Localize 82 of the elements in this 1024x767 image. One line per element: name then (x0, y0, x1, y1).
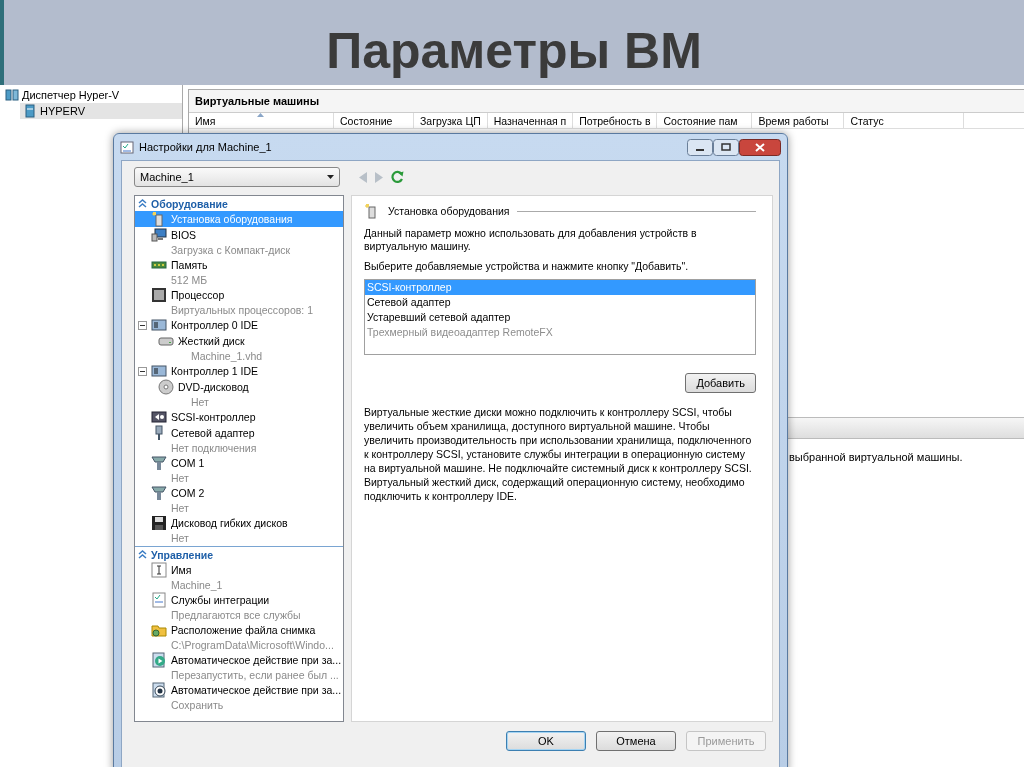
section-header[interactable]: Управление (135, 546, 343, 562)
close-button[interactable] (739, 138, 781, 156)
monitor-icon (151, 227, 167, 243)
record-icon (151, 682, 167, 698)
section-header[interactable]: Оборудование (135, 196, 343, 211)
tree-item[interactable]: DVD-дисковод (135, 379, 343, 395)
column-header[interactable]: Загрузка ЦП (414, 113, 488, 128)
instruction-text: Выберите добавляемые устройства и нажмите кнопку "Добавить". (364, 260, 690, 273)
tree-item[interactable]: COM 2 (135, 485, 343, 501)
details-text: выбранной виртуальной машины. (789, 451, 963, 463)
controller-icon (151, 363, 167, 379)
controller-icon (151, 317, 167, 333)
cancel-button[interactable]: Отмена (596, 731, 676, 751)
column-header[interactable]: Состояние пам (657, 113, 753, 128)
dropdown-arrow-icon (327, 175, 334, 179)
item-detail: Виртуальных процессоров: 1 (170, 303, 314, 317)
collapse-chevron-icon (138, 199, 147, 208)
minimize-button[interactable] (687, 138, 713, 156)
tree-item[interactable]: Память (135, 257, 343, 273)
refresh-icon[interactable] (390, 170, 404, 184)
item-detail: Нет (170, 531, 190, 545)
column-header[interactable]: Назначенная п (487, 113, 574, 128)
group-title: Установка оборудования (388, 205, 510, 217)
slide-title: Параметры ВМ (325, 22, 703, 80)
item-detail: Нет (170, 501, 190, 515)
tree-item[interactable]: Жесткий диск (135, 333, 343, 349)
item-detail: Загрузка с Компакт-диск (170, 243, 292, 257)
item-detail: Сохранить (170, 698, 225, 712)
port-icon (151, 485, 167, 501)
item-detail: Перезапустить, если ранее был ... (170, 668, 340, 682)
tree-item[interactable]: Процессор (135, 287, 343, 303)
servers-icon (5, 88, 19, 102)
item-detail: 512 МБ (170, 273, 209, 287)
item-detail: Machine_1.vhd (190, 349, 264, 363)
tree-item[interactable]: BIOS (135, 227, 343, 243)
maximize-button[interactable] (713, 138, 739, 156)
tree-item[interactable]: Службы интеграции (135, 592, 343, 608)
disc-icon (158, 379, 174, 395)
collapse-box-icon[interactable] (138, 320, 147, 330)
processor-icon (151, 287, 167, 303)
controller-icon (151, 409, 167, 425)
item-detail: Нет подключения (170, 441, 258, 455)
collapse-chevron-icon (138, 550, 147, 559)
tree-item[interactable]: Дисковод гибких дисков (135, 515, 343, 531)
item-detail: Machine_1 (170, 578, 224, 592)
server-icon (23, 104, 37, 118)
item-detail: Предлагаются все службы (170, 608, 302, 622)
tree-item[interactable]: Автоматическое действие при за... (135, 652, 343, 668)
collapse-box-icon[interactable] (138, 366, 147, 376)
list-option[interactable]: Устаревший сетевой адаптер (365, 310, 755, 325)
tree-item[interactable]: HYPERV (20, 103, 182, 119)
settings-window-icon (120, 140, 134, 154)
column-header[interactable]: Потребность в (573, 113, 658, 128)
column-header[interactable]: Статус (844, 113, 965, 128)
item-detail: Нет (170, 471, 190, 485)
checklist-icon (151, 592, 167, 608)
column-header[interactable]: Имя (189, 113, 334, 128)
description-text: Данный параметр можно использовать для добавления устройств в виртуальную машину. (364, 227, 698, 253)
add-button[interactable]: Добавить (685, 373, 756, 393)
tree-item[interactable]: Диспетчер Hyper-V (2, 87, 182, 103)
tree-item[interactable]: Сетевой адаптер (135, 425, 343, 441)
column-header[interactable]: Время работы (752, 113, 845, 128)
window-title: Настройки для Machine_1 (139, 141, 273, 153)
tree-item[interactable]: Имя (135, 562, 343, 578)
panel-title: Виртуальные машины (189, 90, 1024, 113)
text-field-icon (151, 562, 167, 578)
tree-item[interactable]: Автоматическое действие при за... (135, 682, 343, 698)
tree-item[interactable]: COM 1 (135, 455, 343, 471)
item-detail: C:\ProgramData\Microsoft\Windo... (170, 638, 335, 652)
note-text: Виртуальные жесткие диски можно подключить к контроллеру SCSI, чтобы увеличить объем хранилища, доступного виртуальной машине. Чтобы увеличить производительность при использовании хранилища, подключенного к контроллеру SCSI, установите службы интеграции в операционную систему на виртуальной машине. Не подключайте системный диск к контроллеру SCSI. Виртуальный жесткий диск, содержащий операционную систему, необходимо подключить к контроллеру IDE. (364, 405, 753, 503)
tree-item[interactable]: Контроллер 1 IDE (135, 363, 343, 379)
folder-icon (151, 622, 167, 638)
list-option[interactable]: Сетевой адаптер (365, 295, 755, 310)
ok-button[interactable]: OK (506, 731, 586, 751)
column-header[interactable]: Состояние (334, 113, 414, 128)
item-detail: Нет (190, 395, 210, 409)
play-icon (151, 652, 167, 668)
tree-item[interactable]: SCSI-контроллер (135, 409, 343, 425)
port-icon (151, 455, 167, 471)
machine-dropdown[interactable]: Machine_1 (134, 167, 340, 187)
tree-item[interactable]: Контроллер 0 IDE (135, 317, 343, 333)
tree-item[interactable]: Расположение файла снимка (135, 622, 343, 638)
